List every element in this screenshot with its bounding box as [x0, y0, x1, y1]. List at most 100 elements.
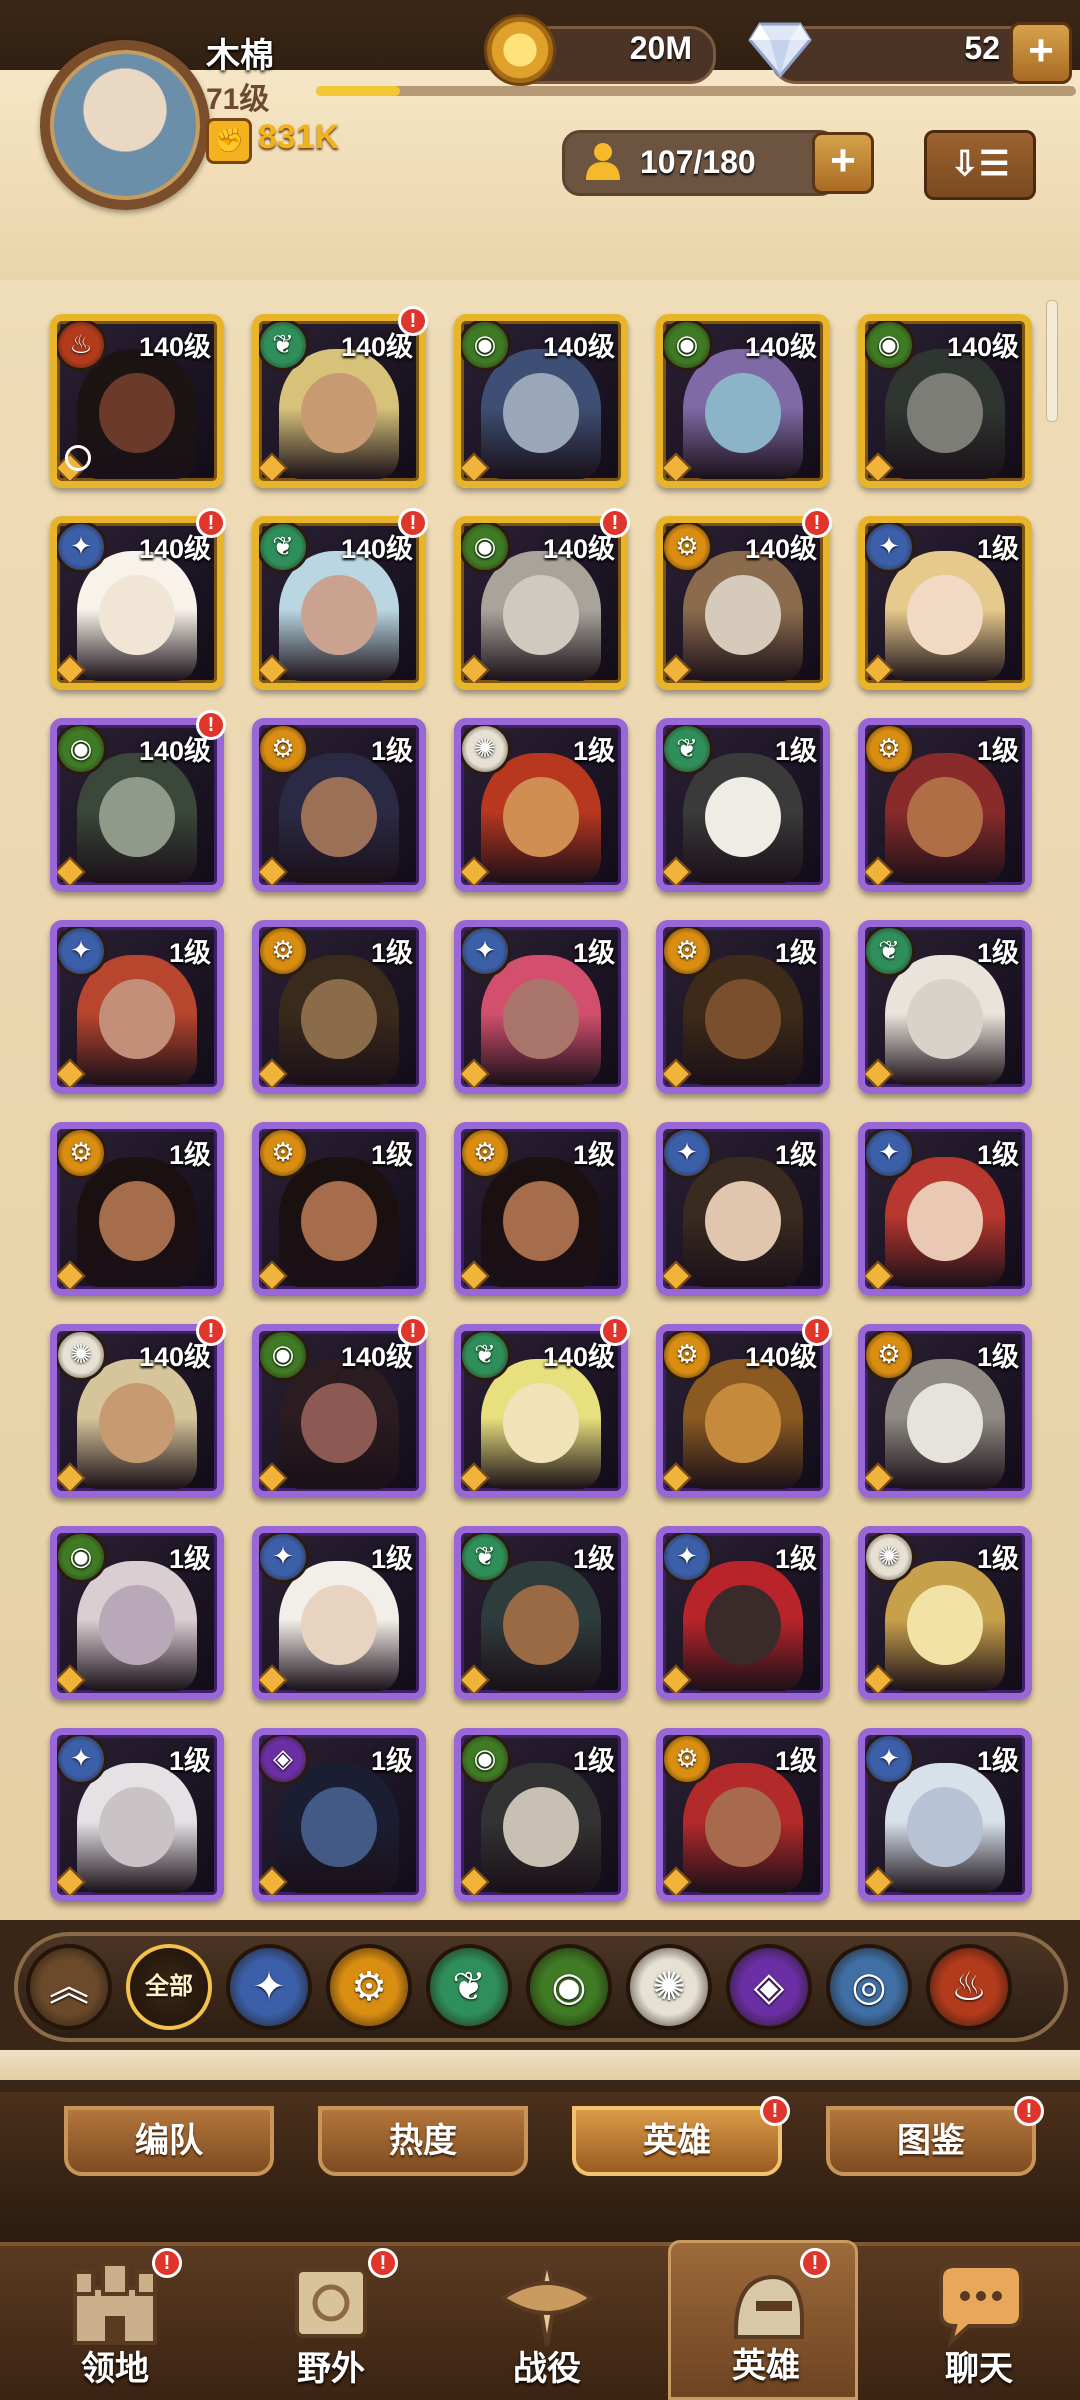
hero-card[interactable]: ✦ 1级 [50, 920, 224, 1094]
divider [0, 2050, 1080, 2080]
hero-face [503, 1383, 579, 1463]
hero-card[interactable]: ✦ 1级 [858, 1122, 1032, 1296]
player-level: 71级 [206, 83, 270, 116]
hero-card[interactable]: ◉ 140级 [252, 1324, 426, 1498]
hero-card[interactable]: ❦ 1级 [454, 1526, 628, 1700]
hero-card[interactable]: ✦ 140级 [50, 516, 224, 690]
clock-icon [65, 445, 91, 471]
hero-face [907, 777, 983, 857]
hero-card[interactable]: ◉ 140级 [656, 314, 830, 488]
hero-card[interactable]: ✺ 140级 [50, 1324, 224, 1498]
expand-capacity-button[interactable]: + [812, 132, 874, 194]
alert-icon: ! [398, 306, 428, 336]
hero-card[interactable]: ✦ 1级 [858, 516, 1032, 690]
hero-face [99, 575, 175, 655]
tab-1[interactable]: 编队 [64, 2106, 274, 2176]
hero-card[interactable]: ⚙ 140级 [656, 516, 830, 690]
hero-level: 1级 [168, 938, 211, 968]
hero-level: 1级 [774, 1544, 817, 1574]
filter-dimensional-button[interactable]: ⚙ [326, 1944, 412, 2030]
hero-card[interactable]: ⚙ 1级 [252, 920, 426, 1094]
scrollbar[interactable] [1046, 300, 1058, 422]
hero-face [705, 1787, 781, 1867]
tab-2[interactable]: 热度 [318, 2106, 528, 2176]
hero-card[interactable]: ✦ 1级 [50, 1728, 224, 1902]
hero-card[interactable]: ✦ 1级 [656, 1526, 830, 1700]
tab-3[interactable]: 英雄 [572, 2106, 782, 2176]
gear-icon: ⚙ [865, 1331, 915, 1381]
eye-icon: ◉ [865, 321, 915, 371]
hero-card[interactable]: ✦ 1级 [252, 1526, 426, 1700]
hero-level: 1级 [572, 1746, 615, 1776]
gear-icon: ⚙ [259, 1129, 309, 1179]
player-avatar[interactable] [40, 40, 210, 210]
hero-level: 1级 [572, 736, 615, 766]
leaf-icon: ❦ [452, 1965, 486, 2009]
filter-mauler-button[interactable]: ♨ [926, 1944, 1012, 2030]
gear-icon: ⚙ [57, 1129, 107, 1179]
hero-card[interactable]: ⚙ 1级 [252, 718, 426, 892]
filter-graveborn-button[interactable]: ◉ [526, 1944, 612, 2030]
hero-card[interactable]: ⚙ 140级 [656, 1324, 830, 1498]
filter-all-button[interactable]: 全部 [126, 1944, 212, 2030]
hero-face [503, 1787, 579, 1867]
alert-icon: ! [802, 1316, 832, 1346]
tab-4[interactable]: 图鉴 [826, 2106, 1036, 2176]
hero-card[interactable]: ✺ 1级 [858, 1526, 1032, 1700]
filter-lightbearer-button[interactable]: ✦ [226, 1944, 312, 2030]
hero-card[interactable]: ⚙ 1级 [656, 1728, 830, 1902]
hero-card[interactable]: ◉ 140级 [50, 718, 224, 892]
hero-card[interactable]: ⚙ 1级 [858, 718, 1032, 892]
filter-wilder-button[interactable]: ❦ [426, 1944, 512, 2030]
hero-card[interactable]: ✦ 1级 [656, 1122, 830, 1296]
hero-card[interactable]: ◉ 140级 [454, 314, 628, 488]
filter-support-button[interactable]: ◎ [826, 1944, 912, 2030]
filter-hypogean-button[interactable]: ◈ [726, 1944, 812, 2030]
hero-card[interactable]: ⚙ 1级 [454, 1122, 628, 1296]
gear-icon: ⚙ [663, 1735, 713, 1785]
hero-card[interactable]: ⚙ 1级 [50, 1122, 224, 1296]
hero-level: 1级 [976, 534, 1019, 564]
hero-card[interactable]: ❦ 140级 [454, 1324, 628, 1498]
hero-card[interactable]: ✦ 1级 [454, 920, 628, 1094]
xp-bar-fill [316, 86, 400, 96]
hero-card[interactable]: ✺ 1级 [454, 718, 628, 892]
hero-face [503, 575, 579, 655]
hero-face [99, 1787, 175, 1867]
hero-face [99, 777, 175, 857]
hero-face [705, 1383, 781, 1463]
sort-button[interactable]: ⇩☰ [924, 130, 1036, 200]
hero-card[interactable]: ⚙ 1级 [656, 920, 830, 1094]
hero-card[interactable]: ❦ 140级 [252, 516, 426, 690]
hero-card[interactable]: ◈ 1级 [252, 1728, 426, 1902]
gear-icon: ⚙ [663, 1331, 713, 1381]
hero-card[interactable]: ⚙ 1级 [252, 1122, 426, 1296]
hero-card[interactable]: ⚙ 1级 [858, 1324, 1032, 1498]
filter-celestial-button[interactable]: ✺ [626, 1944, 712, 2030]
hero-level: 1级 [976, 1140, 1019, 1170]
nav-3[interactable]: 战役 [452, 2240, 642, 2400]
hero-card[interactable]: ❦ 1级 [656, 718, 830, 892]
hero-card[interactable]: ◉ 140级 [454, 516, 628, 690]
flame-icon: ♨ [57, 321, 107, 371]
hero-card[interactable]: ❦ 140级 [252, 314, 426, 488]
add-gems-button[interactable]: + [1010, 22, 1072, 84]
shield-icon: ◎ [851, 1965, 887, 2009]
scroll-map-icon [281, 2258, 381, 2348]
hero-level: 1级 [976, 736, 1019, 766]
hero-card[interactable]: ♨ 140级 [50, 314, 224, 488]
hero-card[interactable]: ❦ 1级 [858, 920, 1032, 1094]
leaf-icon: ❦ [461, 1331, 511, 1381]
nav-label: 领地 [81, 2350, 149, 2388]
hero-card[interactable]: ◉ 1级 [50, 1526, 224, 1700]
hero-card[interactable]: ◉ 140级 [858, 314, 1032, 488]
hero-level: 1级 [168, 1544, 211, 1574]
nav-5[interactable]: 聊天 [884, 2240, 1074, 2400]
hero-face [503, 1181, 579, 1261]
hero-card[interactable]: ✦ 1级 [858, 1728, 1032, 1902]
hero-level: 140级 [744, 332, 817, 362]
hero-face [301, 575, 377, 655]
hero-level: 1级 [976, 1544, 1019, 1574]
hero-card[interactable]: ◉ 1级 [454, 1728, 628, 1902]
filter-tier-button[interactable]: ︽ [26, 1944, 112, 2030]
